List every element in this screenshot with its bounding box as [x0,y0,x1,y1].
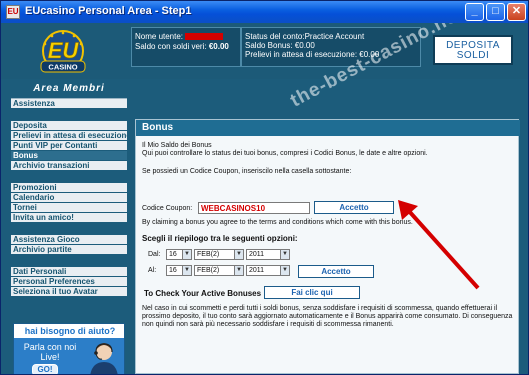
app-icon: EU [6,5,20,19]
from-day-value: 16 [169,251,177,258]
support-agent-icon [90,343,118,374]
saldo-title: Il Mio Saldo dei Bonus [142,142,212,149]
member-sidebar: Area Membri Assistenza Deposita Prelievi… [11,79,127,374]
help-line2: Live! [40,352,60,362]
to-label: Al: [148,267,157,274]
window-title: EUcasino Personal Area - Step1 [25,5,192,17]
fai-clic-qui-button[interactable]: Fai clic qui [264,286,360,299]
sidebar-item-archivio-transazioni[interactable]: Archivio transazioni [11,161,127,171]
red-arrow-annotation [398,200,480,290]
to-day-select[interactable]: 16 ▼ [166,265,192,276]
check-bonuses-label: To Check Your Active Bonuses [144,289,262,298]
to-year-value: 2011 [249,267,265,274]
from-year-value: 2011 [249,251,265,258]
sidebar-item-calendario[interactable]: Calendario [11,193,127,203]
close-button[interactable]: ✕ [507,3,526,21]
to-year-select[interactable]: 2011 ▼ [246,265,290,276]
bonus-panel: Bonus Il Mio Saldo dei Bonus Qui puoi co… [135,119,520,374]
deposit-button[interactable]: DEPOSITA SOLDI [433,35,513,65]
svg-text:EU: EU [48,38,80,63]
chevron-down-icon: ▼ [234,250,243,259]
svg-text:CASINO: CASINO [48,63,77,72]
sidebar-item-assistenza[interactable]: Assistenza [11,99,127,109]
eucasino-logo[interactable]: EU CASINO [23,29,103,75]
balance-value: €0.00 [208,42,229,51]
coupon-prompt: Se possiedi un Codice Coupon, inseriscil… [142,168,352,175]
username-redacted [185,33,224,41]
sidebar-title: Area Membri [33,83,105,94]
live-help-box[interactable]: hai bisogno di aiuto? Parla con noi Live… [13,323,125,374]
help-go-button[interactable]: GO! [32,364,58,374]
sidebar-item-prelievi[interactable]: Prelievi in attesa di esecuzione [11,131,127,141]
coupon-input[interactable] [198,202,310,214]
minimize-button[interactable]: _ [465,3,484,21]
maximize-button[interactable]: □ [486,3,505,21]
chevron-down-icon: ▼ [280,266,289,275]
sidebar-item-tornei[interactable]: Tornei [11,203,127,213]
sidebar-item-personal-preferences[interactable]: Personal Preferences [11,277,127,287]
from-month-value: FEB(2) [197,251,220,258]
summary-title: Scegli il riepilogo tra le seguenti opzi… [142,234,298,243]
sidebar-item-promozioni[interactable]: Promozioni [11,183,127,193]
coupon-label: Codice Coupon: [142,205,193,212]
from-label: Dal: [148,251,161,258]
accetto-dates-button[interactable]: Accetto [298,265,374,278]
user-info-box: Nome utente: Saldo con soldi veri: €0.00 [131,27,241,67]
help-text: Parla con noi Live! [20,342,80,362]
sidebar-item-archivio-partite[interactable]: Archivio partite [11,245,127,255]
balance-label: Saldo con soldi veri: [135,42,207,51]
username-label: Nome utente: [135,32,184,41]
chevron-down-icon: ▼ [234,266,243,275]
help-line1: Parla con noi [23,342,77,352]
accetto-coupon-button[interactable]: Accetto [314,201,394,214]
sidebar-item-invita-amico[interactable]: Invita un amico! [11,213,127,223]
help-header: hai bisogno di aiuto? [14,324,124,338]
to-month-value: FEB(2) [197,267,220,274]
title-bar[interactable]: EU EUcasino Personal Area - Step1 _ □ ✕ [1,1,528,23]
app-window: EU EUcasino Personal Area - Step1 _ □ ✕ … [0,0,529,375]
sidebar-item-punti-vip[interactable]: Punti VIP per Contanti [11,141,127,151]
sidebar-item-dati-personali[interactable]: Dati Personali [11,267,127,277]
chevron-down-icon: ▼ [182,266,191,275]
bonus-header: Bonus [136,120,520,136]
to-day-value: 16 [169,267,177,274]
deposit-button-line2: SOLDI [456,50,490,61]
footer-note: Nel caso in cui scommetti e perdi tutti … [142,305,513,328]
sidebar-item-deposita[interactable]: Deposita [11,121,127,131]
to-month-select[interactable]: FEB(2) ▼ [194,265,244,276]
from-month-select[interactable]: FEB(2) ▼ [194,249,244,260]
page-content: EU CASINO Nome utente: Saldo con soldi v… [1,23,528,374]
bonus-intro: Qui puoi controllare lo status dei tuoi … [142,150,428,157]
from-year-select[interactable]: 2011 ▼ [246,249,290,260]
chevron-down-icon: ▼ [280,250,289,259]
chevron-down-icon: ▼ [182,250,191,259]
from-day-select[interactable]: 16 ▼ [166,249,192,260]
sidebar-item-assistenza-gioco[interactable]: Assistenza Gioco [11,235,127,245]
sidebar-item-bonus[interactable]: Bonus [11,151,127,161]
sidebar-item-seleziona-avatar[interactable]: Seleziona il tuo Avatar [11,287,127,297]
